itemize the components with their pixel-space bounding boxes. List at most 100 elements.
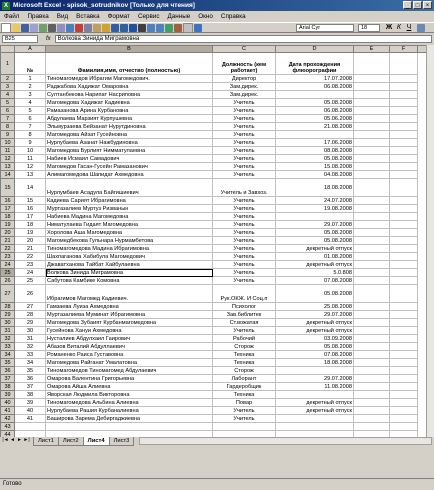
empty-cell[interactable] bbox=[354, 277, 390, 285]
row-header[interactable]: 19 bbox=[1, 221, 15, 229]
empty-cell[interactable] bbox=[354, 123, 390, 131]
save-icon[interactable] bbox=[21, 24, 29, 32]
empty-cell[interactable] bbox=[354, 285, 390, 303]
row-header[interactable]: 40 bbox=[1, 399, 15, 407]
cell-position[interactable]: Рук.ОКЖ. И Соц.п bbox=[213, 285, 276, 303]
cell-position[interactable]: Ст.вожатая bbox=[213, 319, 276, 327]
font-name-select[interactable]: Arial Cyr bbox=[296, 24, 354, 32]
cell-num[interactable]: 38 bbox=[15, 391, 46, 399]
row-header[interactable]: 14 bbox=[1, 171, 15, 179]
row-header[interactable]: 6 bbox=[1, 107, 15, 115]
cell-position[interactable]: Учитель bbox=[213, 139, 276, 147]
sheet-tab[interactable]: Лист2 bbox=[58, 437, 84, 446]
sheet-tab[interactable]: Лист3 bbox=[109, 437, 135, 446]
row-header[interactable]: 12 bbox=[1, 155, 15, 163]
cell-date[interactable]: 24.07.2008 bbox=[276, 197, 354, 205]
cell-position[interactable]: Учитель bbox=[213, 245, 276, 253]
sort-desc-icon[interactable] bbox=[156, 24, 164, 32]
cell-date[interactable] bbox=[276, 367, 354, 375]
cell-name[interactable]: Раджабова Хадижат Омаровна bbox=[46, 83, 213, 91]
cell-date[interactable] bbox=[276, 423, 354, 431]
row-header[interactable]: 28 bbox=[1, 303, 15, 311]
cell-position[interactable]: Учитель bbox=[213, 147, 276, 155]
row-header[interactable]: 2 bbox=[1, 75, 15, 83]
bold-icon[interactable]: Ж bbox=[385, 24, 393, 32]
cell-num[interactable]: 22 bbox=[15, 253, 46, 261]
cell-date[interactable]: декретный отпуск bbox=[276, 399, 354, 407]
cell-position[interactable]: Учитель bbox=[213, 407, 276, 415]
cell-num[interactable]: 17 bbox=[15, 213, 46, 221]
menu-item[interactable]: Вставка bbox=[72, 13, 103, 20]
row-header[interactable]: 7 bbox=[1, 115, 15, 123]
cell-num[interactable]: 20 bbox=[15, 237, 46, 245]
cell-name[interactable]: Ниматулаева Гидаят Магомедовна bbox=[46, 221, 213, 229]
row-header[interactable]: 23 bbox=[1, 253, 15, 261]
row-header[interactable]: 21 bbox=[1, 237, 15, 245]
empty-cell[interactable] bbox=[390, 423, 418, 431]
paste-icon[interactable] bbox=[93, 24, 101, 32]
autosum-icon[interactable] bbox=[138, 24, 146, 32]
empty-cell[interactable] bbox=[390, 359, 418, 367]
column-header-e[interactable]: E bbox=[354, 46, 390, 53]
empty-cell[interactable] bbox=[390, 245, 418, 253]
row-header[interactable]: 1 bbox=[1, 53, 15, 75]
cell-num[interactable]: 8 bbox=[15, 131, 46, 139]
empty-cell[interactable] bbox=[390, 139, 418, 147]
cell-name[interactable]: Шахпаганова Хабибула Магомедович bbox=[46, 253, 213, 261]
cell-date[interactable]: 19.08.2008 bbox=[276, 205, 354, 213]
empty-cell[interactable] bbox=[390, 131, 418, 139]
menu-item[interactable]: Сервис bbox=[134, 13, 164, 20]
row-header[interactable]: 36 bbox=[1, 367, 15, 375]
close-button[interactable]: × bbox=[423, 1, 432, 9]
cell-name[interactable]: Тиномагомедова Альбина Алиевна bbox=[46, 399, 213, 407]
row-header[interactable]: 20 bbox=[1, 229, 15, 237]
empty-cell[interactable] bbox=[354, 237, 390, 245]
open-icon[interactable] bbox=[12, 24, 20, 32]
row-header[interactable]: 22 bbox=[1, 245, 15, 253]
empty-cell[interactable] bbox=[354, 83, 390, 91]
empty-cell[interactable] bbox=[390, 415, 418, 423]
row-header[interactable]: 24 bbox=[1, 261, 15, 269]
row-header[interactable]: 25 bbox=[1, 269, 15, 277]
empty-cell[interactable] bbox=[390, 383, 418, 391]
minimize-button[interactable]: _ bbox=[403, 1, 412, 9]
cell-date[interactable]: 06.08.2008 bbox=[276, 83, 354, 91]
cell-date[interactable]: 04.08.2008 bbox=[276, 171, 354, 179]
cell-num[interactable]: 37 bbox=[15, 383, 46, 391]
italic-icon[interactable]: К bbox=[395, 24, 403, 32]
cell-position[interactable]: Учитель bbox=[213, 171, 276, 179]
cell-date[interactable]: 21.08.2008 bbox=[276, 123, 354, 131]
empty-cell[interactable] bbox=[390, 311, 418, 319]
empty-cell[interactable] bbox=[354, 205, 390, 213]
cell-position[interactable]: Учитель bbox=[213, 197, 276, 205]
cell-name[interactable]: Эльмурзаева Бейзанат Нурутдиновна bbox=[46, 123, 213, 131]
empty-cell[interactable] bbox=[354, 155, 390, 163]
tab-scroll-button[interactable]: ► bbox=[16, 437, 23, 444]
worksheet-grid[interactable]: ABCDEFG 1 № Фамилия,имя, отчество (полно… bbox=[0, 45, 434, 437]
cell-num[interactable]: 34 bbox=[15, 359, 46, 367]
sheet-tab[interactable]: Лист1 bbox=[33, 437, 59, 446]
cell-name[interactable]: Романенко Раиса Густавовна bbox=[46, 351, 213, 359]
cell-num[interactable]: 30 bbox=[15, 327, 46, 335]
cell-num[interactable]: 41 bbox=[15, 415, 46, 423]
cell-date[interactable]: 29.07.2008 bbox=[276, 311, 354, 319]
row-header[interactable]: 43 bbox=[1, 423, 15, 431]
row-header[interactable]: 18 bbox=[1, 213, 15, 221]
cell-num[interactable] bbox=[15, 423, 46, 431]
empty-cell[interactable] bbox=[354, 303, 390, 311]
copy-icon[interactable] bbox=[84, 24, 92, 32]
cell-num[interactable]: 2 bbox=[15, 83, 46, 91]
empty-cell[interactable] bbox=[354, 343, 390, 351]
cell-date[interactable]: 18.08.2008 bbox=[276, 179, 354, 197]
cell-name[interactable]: Рамазанова Арина Курбановна bbox=[46, 107, 213, 115]
cell-position[interactable]: Учитель bbox=[213, 237, 276, 245]
name-box[interactable]: B25 bbox=[2, 35, 38, 43]
empty-cell[interactable] bbox=[390, 205, 418, 213]
format-painter-icon[interactable] bbox=[102, 24, 110, 32]
spelling-icon[interactable] bbox=[66, 24, 74, 32]
row-header[interactable]: 9 bbox=[1, 131, 15, 139]
empty-cell[interactable] bbox=[354, 179, 390, 197]
empty-cell[interactable] bbox=[390, 343, 418, 351]
empty-cell[interactable] bbox=[354, 335, 390, 343]
cell-name[interactable]: Магомедова Райганат Умалатовна bbox=[46, 359, 213, 367]
